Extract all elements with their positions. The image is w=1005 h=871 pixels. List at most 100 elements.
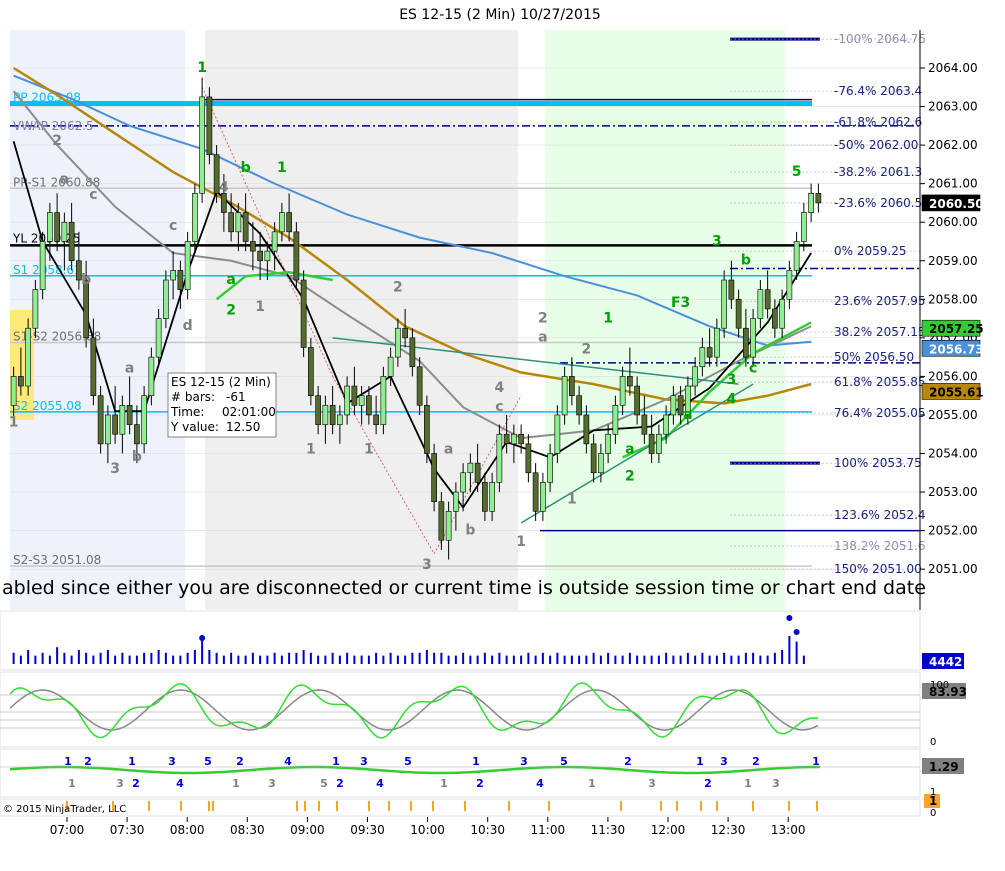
vwap-label: VWAP 2062.5 [13, 119, 94, 133]
osc-label-high: 2 [752, 755, 760, 768]
time-tick-label: 09:30 [350, 823, 385, 837]
candle-body [467, 462, 474, 474]
pivot-label: S2 2055.08 [13, 399, 82, 413]
volume-bar [686, 652, 689, 664]
candle-body [90, 337, 97, 396]
volume-bar [367, 655, 370, 664]
candle-body [286, 212, 292, 233]
volume-bar [491, 655, 494, 664]
candle-body [47, 212, 53, 242]
signal-tick [318, 801, 320, 811]
candle-body [54, 212, 60, 242]
time-tick-label: 07:00 [50, 823, 85, 837]
info-y-label: Y value: [170, 420, 219, 434]
signal-tick [388, 801, 390, 811]
candle-body [569, 376, 575, 396]
candle-body [322, 405, 329, 425]
candle-body [192, 192, 198, 242]
signal-tick [716, 801, 718, 811]
candle-body [482, 482, 488, 512]
pivot-label: S2-S3 2051.08 [13, 553, 101, 567]
candle-body [358, 395, 365, 406]
volume-bar [389, 652, 392, 664]
candle-body [83, 279, 89, 339]
volume-bar [425, 650, 428, 664]
wave-label: 1 [255, 299, 265, 315]
candle-body [438, 501, 445, 541]
volume-bar [418, 652, 421, 664]
volume-bar [396, 655, 399, 664]
osc-label-high: 3 [520, 755, 528, 768]
candle-body [126, 405, 133, 425]
wave-label: 2 [538, 310, 548, 326]
candle-body [612, 405, 619, 435]
volume-bar [237, 655, 240, 664]
wave-label: 1 [603, 310, 613, 326]
candle-body [112, 414, 118, 435]
volume-bar [288, 652, 291, 664]
osc-label-low: 3 [772, 777, 780, 790]
signal-tick [410, 801, 412, 811]
candle-body [351, 385, 358, 406]
volume-bar [208, 650, 211, 664]
fib-label: 138.2% 2051.6 [834, 539, 926, 553]
signal-tick-0: 0 [930, 808, 936, 819]
volume-bar [802, 655, 805, 664]
wave-label: 2 [52, 133, 62, 149]
candle-body [561, 376, 568, 416]
osc-label-low: 5 [320, 777, 328, 790]
volume-bar [338, 655, 341, 664]
volume-bar [759, 655, 762, 664]
wave-label: a [444, 442, 453, 458]
osc-label-high: 4 [284, 755, 292, 768]
volume-bar [41, 652, 44, 664]
osc-label-low: 4 [176, 777, 184, 790]
osc-label-low: 4 [376, 777, 384, 790]
volume-bar [259, 655, 262, 664]
candle-body [373, 414, 379, 425]
candle-body [279, 212, 285, 233]
signal-tick [336, 801, 338, 811]
signal-tick [148, 801, 150, 811]
volume-bar [483, 652, 486, 664]
price-badge-label: 2060.50 [929, 197, 984, 211]
wave-label: d [183, 318, 193, 334]
candle-body [68, 221, 75, 262]
status-banner: abled since either you are disconnected … [2, 577, 926, 599]
wave-label: a [683, 407, 692, 423]
wave-label: c [495, 399, 503, 415]
candle-body [699, 347, 706, 368]
osc-label-low: 2 [132, 777, 140, 790]
candle-body [315, 395, 321, 425]
osc-label-low: 3 [116, 777, 124, 790]
osc-badge-label: 1.29 [929, 760, 959, 774]
candle-body [547, 453, 553, 483]
volume-bar [77, 650, 80, 664]
volume-bar [694, 655, 697, 664]
volume-bar [215, 652, 218, 664]
volume-bar [563, 655, 566, 664]
price-tick-label: 2051.00 [928, 562, 978, 576]
volume-bar [375, 652, 378, 664]
candle-body [714, 327, 720, 358]
volume-bar [592, 652, 595, 664]
volume-bar [570, 655, 573, 664]
wave-label: c [169, 218, 177, 234]
candle-body [489, 482, 495, 512]
volume-bar [737, 655, 740, 664]
osc-label-high: 2 [624, 755, 632, 768]
wave-label: a [60, 172, 69, 188]
signal-tick [296, 801, 298, 811]
fib-label: -61.8% 2062.6 [834, 115, 922, 129]
osc-label-low: 1 [588, 777, 596, 790]
candle-body [721, 279, 727, 329]
osc-label-high: 1 [64, 755, 72, 768]
info-box: ES 12-15 (2 Min) # bars: -61 Time: 02:01… [167, 372, 277, 438]
volume-bar [433, 652, 436, 664]
wave-label: 1 [197, 60, 207, 76]
volume-bar [193, 650, 196, 664]
price-tick-label: 2064.00 [928, 61, 978, 75]
info-time-label: Time: [170, 405, 204, 419]
price-badge-label: 2055.61 [929, 385, 984, 399]
osc-label-high: 1 [128, 755, 136, 768]
